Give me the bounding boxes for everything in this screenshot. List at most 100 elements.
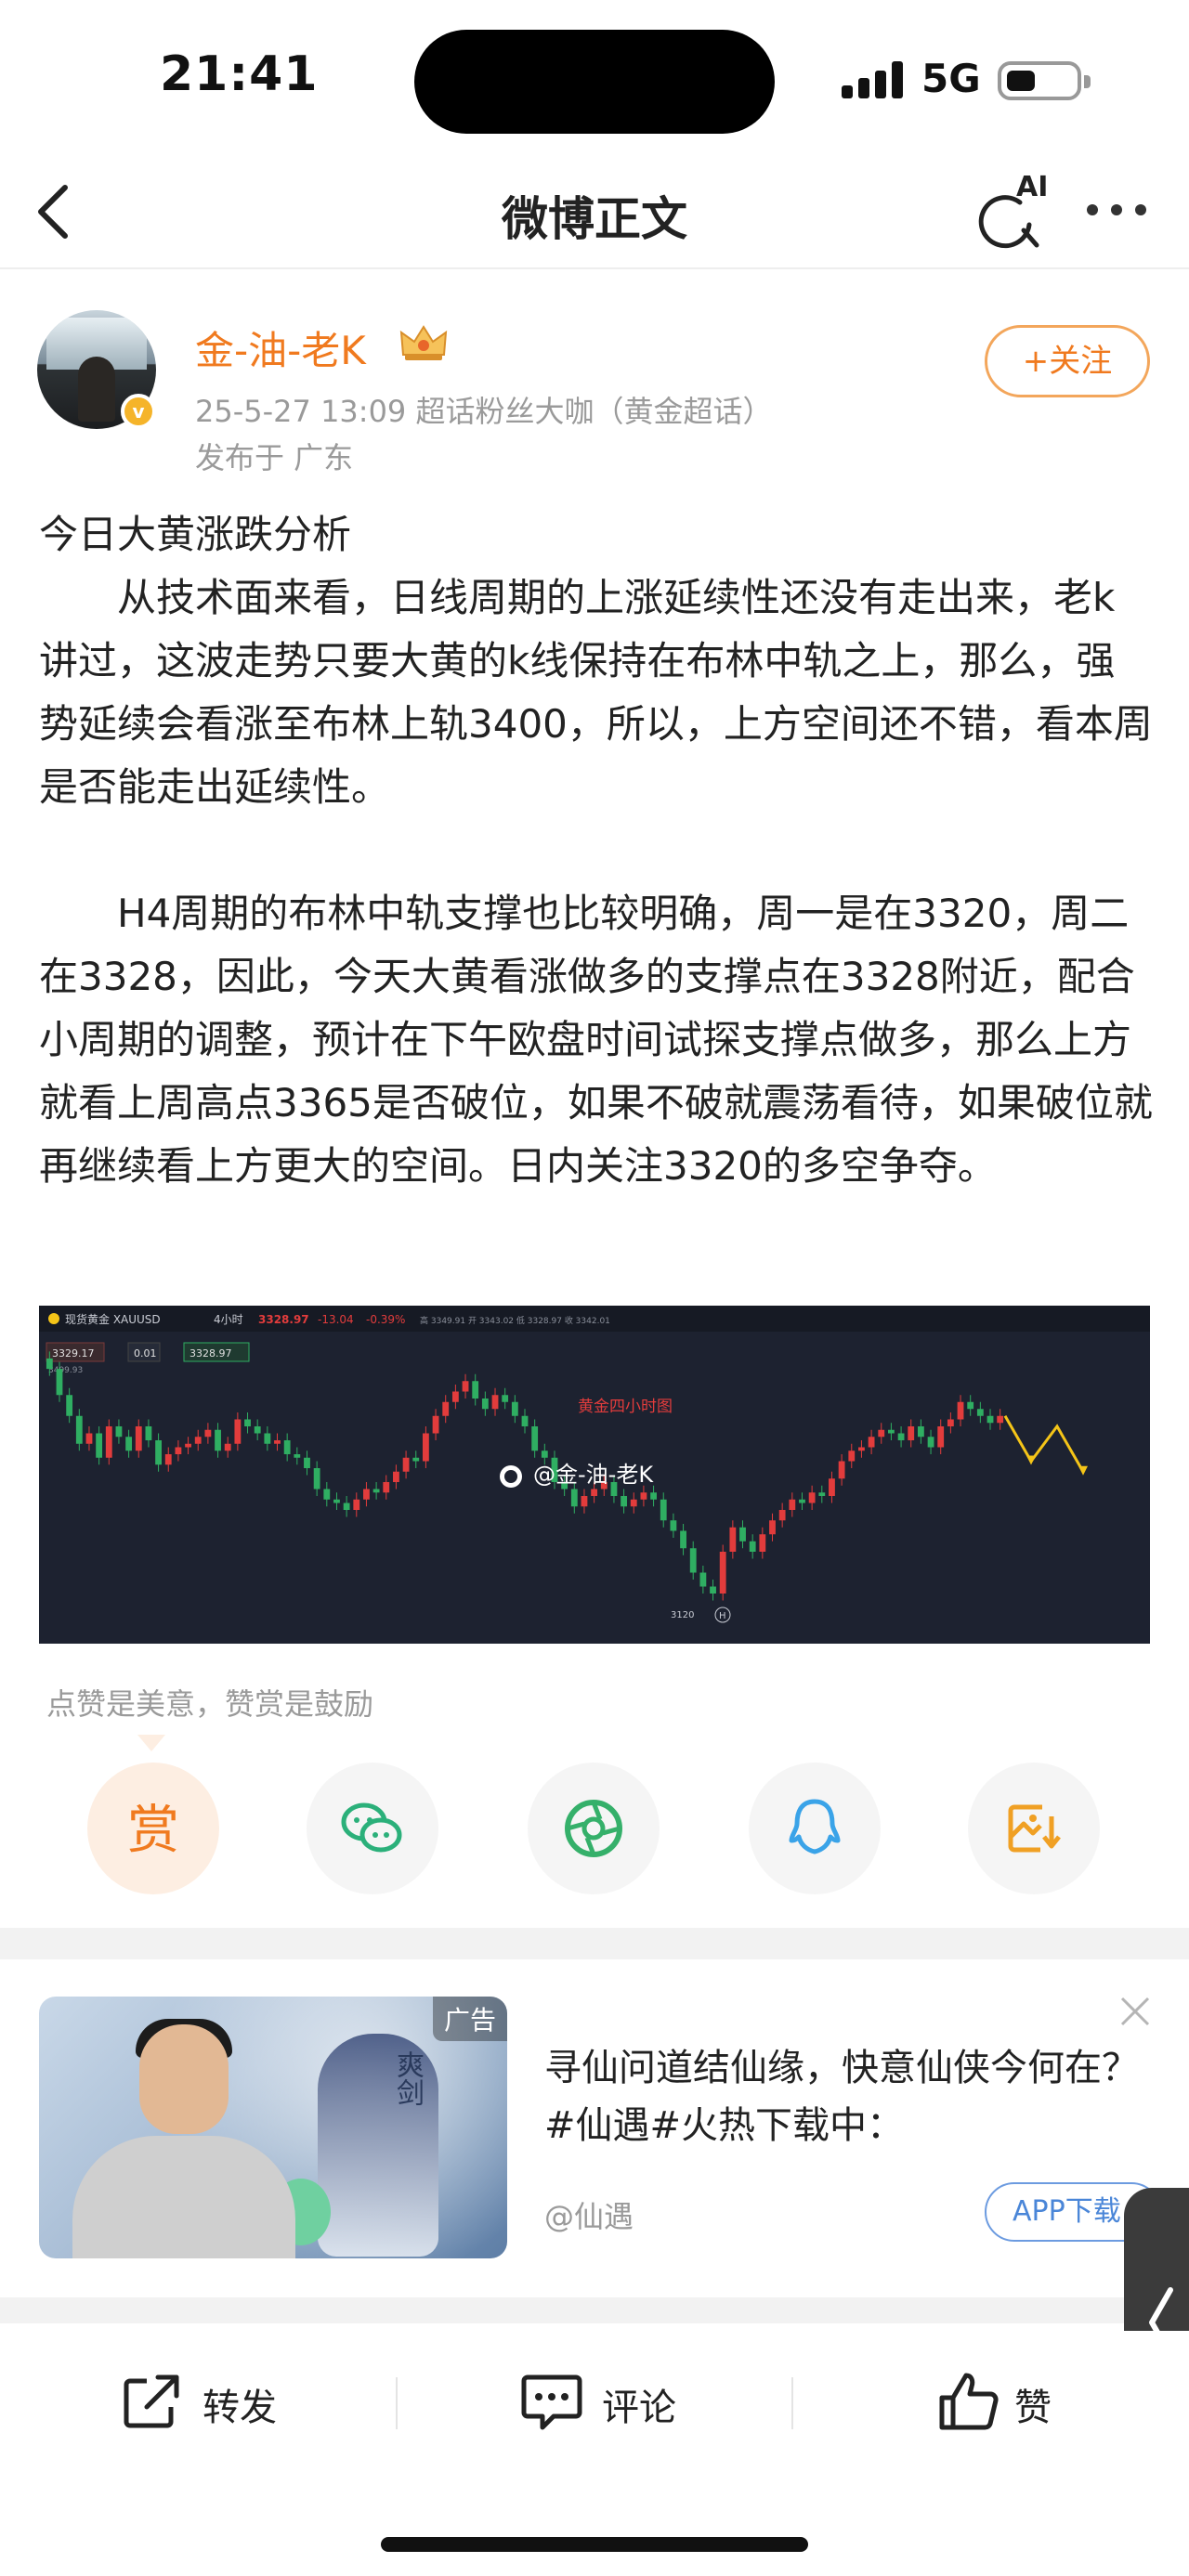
candle-body: [521, 1415, 529, 1426]
top-nav: 微博正文 AI: [0, 158, 1189, 269]
candle-body: [621, 1496, 628, 1507]
candle-body: [194, 1437, 202, 1444]
comment-button[interactable]: 评论: [520, 2372, 687, 2437]
candle-body: [105, 1426, 112, 1458]
candle-body: [393, 1471, 399, 1482]
candle-body: [888, 1429, 895, 1434]
author-name[interactable]: 金-油-老K: [195, 319, 366, 376]
status-bar: 21:41 5G: [0, 0, 1189, 158]
candle-body: [294, 1454, 301, 1458]
candle-body: [481, 1399, 489, 1410]
candle-body: [333, 1499, 340, 1503]
chart-watermark: @金-油-老K: [533, 1462, 654, 1488]
candle-body: [808, 1492, 816, 1503]
post-location: 发布于 广东: [195, 440, 354, 475]
ad-title[interactable]: 寻仙问道结仙缘，快意仙侠今何在？#仙遇#火热下载中：: [544, 2039, 1139, 2154]
bar-divider: [791, 2377, 793, 2429]
bottom-action-bar: 转发 评论 赞: [0, 2331, 1189, 2489]
candle-body: [908, 1426, 915, 1440]
h-marker: H: [719, 1611, 726, 1621]
section-divider-2: [0, 2297, 1189, 2323]
chart-last-price: 3328.97: [258, 1313, 309, 1326]
candle-body: [323, 1489, 331, 1500]
candle-body: [581, 1496, 588, 1507]
reward-label: 赏: [127, 1801, 179, 1861]
candle-body: [976, 1409, 984, 1416]
candle-body: [185, 1443, 191, 1448]
candle-body: [878, 1429, 885, 1438]
price-box-1: 3329.17: [52, 1347, 95, 1360]
candle-body: [224, 1443, 231, 1451]
ad-image[interactable]: 爽剑 广告: [39, 1997, 507, 2258]
candle-body: [778, 1510, 786, 1521]
share-row: 赏: [0, 1763, 1189, 1896]
verified-badge-icon: v: [121, 394, 156, 429]
candle-body: [769, 1520, 776, 1535]
candle-body: [304, 1457, 310, 1468]
candle-body: [363, 1489, 370, 1500]
candle-body: [135, 1426, 142, 1451]
qq-icon: [789, 1799, 841, 1854]
candle-series: [46, 1351, 1004, 1601]
ai-label: AI: [1016, 171, 1049, 203]
candle-body: [570, 1489, 578, 1507]
projection-arrows: [1003, 1415, 1088, 1476]
candle-body: [412, 1457, 420, 1462]
candle-body: [491, 1395, 499, 1410]
comment-label: 评论: [602, 2387, 676, 2429]
price-chart-image[interactable]: 现货黄金 XAUUSD 4小时 3328.97 -13.04 -0.39% 高 …: [39, 1306, 1150, 1644]
like-button[interactable]: 赞: [938, 2372, 1078, 2437]
candle-body: [699, 1572, 707, 1587]
candle-body: [372, 1489, 380, 1493]
crown-badge-icon[interactable]: [398, 323, 450, 364]
share-qq-button[interactable]: [749, 1763, 881, 1894]
post-paragraph-2: H4周期的布林中轨支撑也比较明确，周一是在3320，周二在3328，因此，今天大…: [39, 891, 1153, 1189]
candle-body: [531, 1426, 539, 1451]
candle-body: [244, 1419, 251, 1426]
more-menu-icon[interactable]: [1087, 191, 1152, 228]
repost-button[interactable]: 转发: [121, 2372, 288, 2437]
encourage-text: 点赞是美意，赞赏是鼓励: [46, 1686, 374, 1722]
candle-body: [591, 1489, 598, 1496]
share-wechat-button[interactable]: [307, 1763, 438, 1894]
reward-button[interactable]: 赏: [87, 1763, 219, 1894]
candle-body: [313, 1468, 320, 1490]
candle-body: [85, 1433, 93, 1444]
candle-body: [749, 1541, 756, 1552]
close-icon[interactable]: [1115, 1991, 1156, 2032]
candle-body: [175, 1447, 182, 1454]
candle-body: [986, 1415, 994, 1424]
ad-tag: 广告: [432, 1997, 507, 2041]
price-box-3: 3328.97: [189, 1347, 232, 1360]
low-marker: 3120: [671, 1610, 694, 1620]
home-indicator: [381, 2537, 808, 2552]
candle-body: [343, 1503, 350, 1510]
candle-body: [422, 1433, 429, 1462]
save-image-button[interactable]: [968, 1763, 1100, 1894]
share-moments-button[interactable]: [528, 1763, 660, 1894]
candle-body: [710, 1586, 716, 1594]
candle-body: [66, 1395, 73, 1416]
candle-body: [442, 1401, 450, 1416]
candle-body: [917, 1426, 924, 1438]
candle-body: [630, 1499, 637, 1507]
candle-body: [660, 1499, 667, 1521]
chart-ohlc: 高 3349.91 开 3343.02 低 3328.97 收 3342.01: [420, 1315, 610, 1326]
chart-change: -13.04: [318, 1313, 354, 1326]
candle-body: [799, 1499, 805, 1503]
follow-button[interactable]: +关注: [985, 325, 1150, 397]
candle-body: [115, 1426, 123, 1438]
ad-source[interactable]: @仙遇: [544, 2193, 634, 2236]
candle-body: [729, 1527, 737, 1552]
candle-body: [383, 1482, 390, 1493]
candle-body: [502, 1395, 509, 1402]
post-meta: 25-5-27 13:09 超话粉丝大咖（黄金超话）: [195, 394, 773, 429]
candle-body: [46, 1358, 53, 1370]
candle-body: [947, 1419, 954, 1426]
ai-search-button[interactable]: AI: [977, 171, 1055, 254]
candlestick-chart: 现货黄金 XAUUSD 4小时 3328.97 -13.04 -0.39% 高 …: [39, 1306, 1150, 1623]
candle-body: [838, 1461, 845, 1479]
candle-body: [818, 1492, 826, 1496]
candle-body: [204, 1429, 212, 1438]
candle-body: [472, 1381, 479, 1399]
